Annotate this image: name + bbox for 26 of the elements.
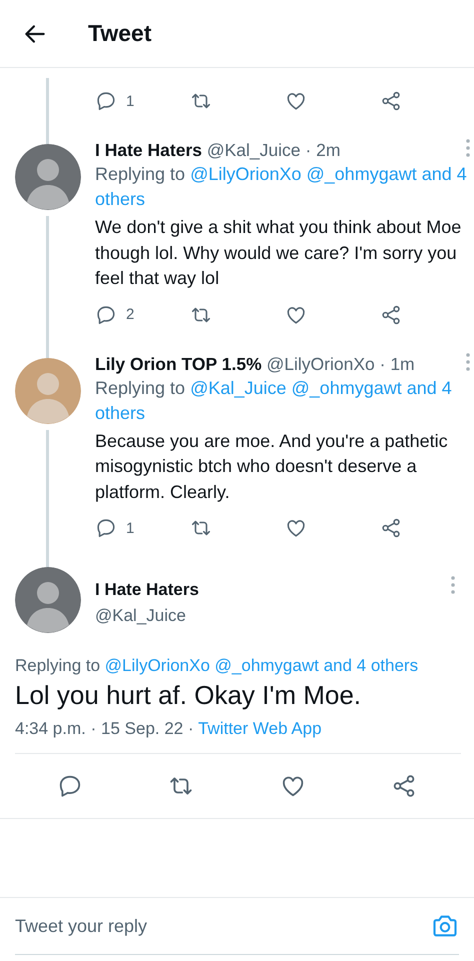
reply-count: 1	[126, 92, 134, 110]
page-title: Tweet	[88, 20, 152, 47]
share-icon[interactable]	[380, 90, 402, 112]
tweet-text: We don't give a shit what you think about Moe though lol. Why would we care? I'm sorry you feel that way lol	[95, 216, 462, 290]
reply-icon[interactable]	[95, 517, 117, 539]
avatar[interactable]	[14, 567, 80, 633]
tweet-text: Lol you hurt af. Okay I'm Moe.	[15, 680, 362, 711]
reply-count: 2	[126, 306, 134, 323]
tweet-author-line: Lily Orion TOP 1.5% @LilyOrionXo · 1m	[95, 352, 415, 374]
replying-to-text: Replying to @Kal_Juice @_ohmygawt and 4 others	[95, 376, 453, 424]
reply-field[interactable]: Tweet your reply	[15, 916, 431, 936]
author-handle: @Kal_Juice	[95, 605, 187, 627]
share-icon[interactable]	[380, 304, 402, 326]
like-icon[interactable]	[285, 90, 307, 112]
avatar[interactable]	[14, 144, 80, 210]
reply-icon[interactable]	[95, 90, 117, 112]
reply-count: 1	[126, 520, 134, 536]
like-icon[interactable]	[285, 517, 307, 539]
replying-to-text: Replying to @LilyOrionXo @_ohmygawt and 4 others	[95, 163, 468, 211]
tweet-author-line: I Hate Haters @Kal_Juice · 2m	[95, 139, 340, 161]
reply-icon[interactable]	[95, 304, 117, 326]
author-name: I Hate Haters	[95, 579, 199, 601]
share-icon[interactable]	[380, 517, 402, 539]
tweet-timestamp: 4:34 p.m. · 15 Sep. 22 · Twitter Web App	[15, 719, 461, 754]
replying-to-text: Replying to @LilyOrionXo @_ohmygawt and 4 others	[15, 656, 420, 676]
tweet-text: Because you are moe. And you're a pathetic misogynistic btch who doesn't deserve a platform. Clearly.	[95, 430, 449, 504]
